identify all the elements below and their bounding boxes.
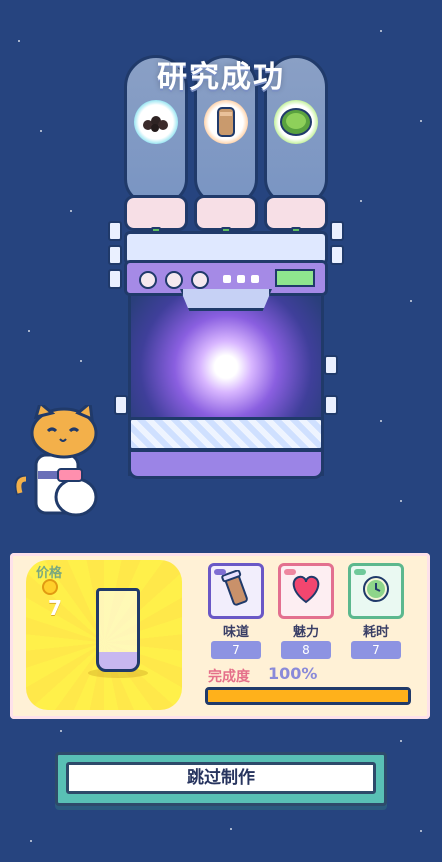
stat-charm: 魅力 8 <box>278 563 334 659</box>
knob <box>191 271 209 289</box>
price-value: 7 <box>48 596 62 620</box>
drink-preview: 价格 7 <box>26 560 182 710</box>
stat-name: 味道 <box>222 625 249 640</box>
stat-value: 7 <box>351 641 401 659</box>
drink-machine <box>108 55 344 485</box>
machine-display <box>275 269 315 287</box>
milk-tea-icon <box>204 100 248 144</box>
research-success-title: 研究成功 <box>157 60 285 95</box>
drip-tray <box>128 417 324 451</box>
stat-taste: 味道 7 <box>208 563 264 659</box>
completion-label: 完成度 <box>208 669 250 685</box>
completion-value: 100% <box>268 664 318 683</box>
drink-cup-icon <box>96 588 140 672</box>
stat-value: 8 <box>281 641 331 659</box>
coin-icon <box>42 579 58 595</box>
completion-progress-bar <box>205 687 411 705</box>
clock-icon <box>361 574 391 608</box>
tapioca-pearls-icon <box>134 100 178 144</box>
cat-character-icon <box>12 400 122 525</box>
matcha-icon <box>274 100 318 144</box>
drink-icon <box>219 569 253 612</box>
heart-icon <box>289 573 323 609</box>
completion-progress-fill <box>208 690 408 702</box>
recipe-result-panel: 价格 7 味道 7 魅力 8 耗时 7 完成度 100% <box>10 553 430 719</box>
stat-name: 耗时 <box>362 625 389 640</box>
stat-value: 7 <box>211 641 261 659</box>
knob <box>139 271 157 289</box>
knob <box>165 271 183 289</box>
stat-name: 魅力 <box>292 625 319 640</box>
skip-button-frame: 跳过制作 <box>55 752 387 806</box>
stat-time: 耗时 7 <box>348 563 404 659</box>
skip-production-button[interactable]: 跳过制作 <box>66 762 376 794</box>
